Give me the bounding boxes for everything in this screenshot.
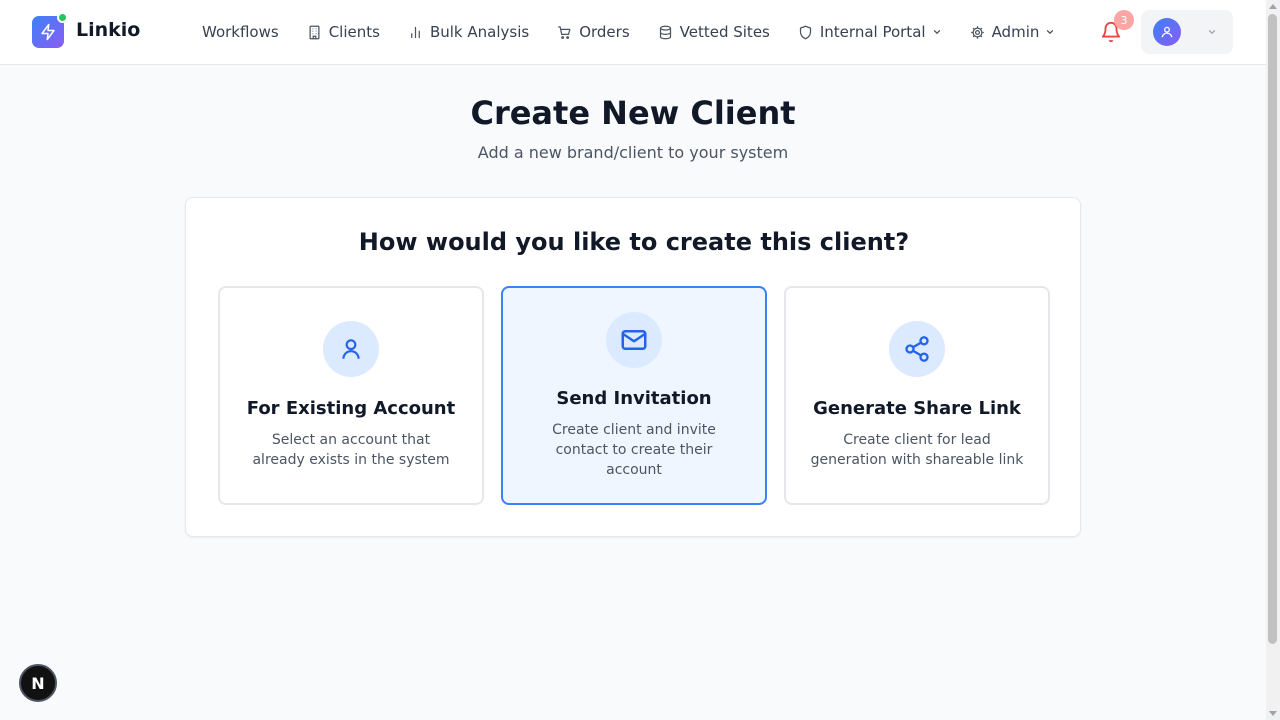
status-dot: [57, 12, 68, 23]
notification-count-badge: 3: [1114, 10, 1134, 30]
nav-item-clients[interactable]: Clients: [307, 23, 380, 41]
creation-method-panel: How would you like to create this client…: [185, 197, 1081, 537]
nav-item-label: Admin: [991, 23, 1040, 41]
vertical-scrollbar[interactable]: [1266, 0, 1280, 720]
nav-item-label: Internal Portal: [819, 23, 926, 41]
nav-item-label: Clients: [328, 23, 380, 41]
option-description: Create client and invite contact to crea…: [552, 422, 716, 478]
scroll-up-arrow[interactable]: [1269, 4, 1277, 9]
nav-item-label: Bulk Analysis: [429, 23, 530, 41]
nav-item-internal-portal[interactable]: Internal Portal: [798, 23, 942, 41]
brand-name[interactable]: Linkio: [76, 19, 140, 41]
nav-item-workflows[interactable]: Workflows: [202, 23, 279, 41]
chevron-down-icon: [1208, 30, 1216, 35]
nav-item-admin[interactable]: Admin: [970, 23, 1056, 41]
database-icon: [659, 25, 671, 39]
option-icon-circle: [889, 321, 945, 377]
nav-item-orders[interactable]: Orders: [557, 23, 630, 41]
chevron-down-icon: [933, 30, 940, 35]
dev-tools-badge[interactable]: N: [19, 664, 57, 702]
option-description: Create client for lead generation with s…: [810, 432, 1024, 468]
lightning-icon: [41, 23, 55, 41]
option-title: Generate Share Link: [813, 398, 1021, 419]
gear-icon: [970, 25, 984, 39]
option-existing-account[interactable]: For Existing Account Select an account t…: [218, 286, 484, 505]
user-icon: [1161, 26, 1173, 38]
scroll-down-arrow[interactable]: [1269, 711, 1277, 716]
main-nav: Workflows Clients Bulk Analysis Orders V…: [202, 22, 1083, 42]
scrollbar-thumb[interactable]: [1268, 14, 1277, 644]
option-icon-circle: [323, 321, 379, 377]
option-send-invitation[interactable]: Send Invitation Create client and invite…: [501, 286, 767, 505]
mail-icon: [621, 330, 647, 350]
nav-item-label: Orders: [579, 23, 630, 41]
option-title: Send Invitation: [556, 388, 712, 409]
page-title: Create New Client: [470, 94, 796, 132]
avatar: [1153, 18, 1181, 46]
bar-chart-icon: [411, 26, 420, 38]
option-description: Select an account that already exists in…: [252, 432, 450, 468]
page-subtitle: Add a new brand/client to your system: [477, 143, 789, 162]
share-icon: [905, 336, 929, 362]
chevron-down-icon: [1047, 30, 1054, 35]
option-generate-share-link[interactable]: Generate Share Link Create client for le…: [784, 286, 1050, 505]
option-title: For Existing Account: [246, 398, 456, 419]
shield-icon: [799, 25, 811, 39]
top-navbar: Linkio Workflows Clients Bulk Analysis O…: [0, 0, 1266, 65]
creation-method-question: How would you like to create this client…: [358, 228, 910, 256]
option-icon-circle: [606, 312, 662, 368]
nav-item-label: Workflows: [202, 23, 279, 41]
cart-icon: [558, 25, 571, 39]
linkio-logo[interactable]: [32, 12, 68, 48]
user-icon: [342, 339, 360, 359]
nav-item-vetted-sites[interactable]: Vetted Sites: [658, 23, 770, 41]
user-menu-button[interactable]: [1141, 10, 1233, 54]
nav-item-bulk-analysis[interactable]: Bulk Analysis: [408, 23, 529, 41]
nav-item-label: Vetted Sites: [679, 23, 770, 41]
building-icon: [309, 25, 320, 39]
